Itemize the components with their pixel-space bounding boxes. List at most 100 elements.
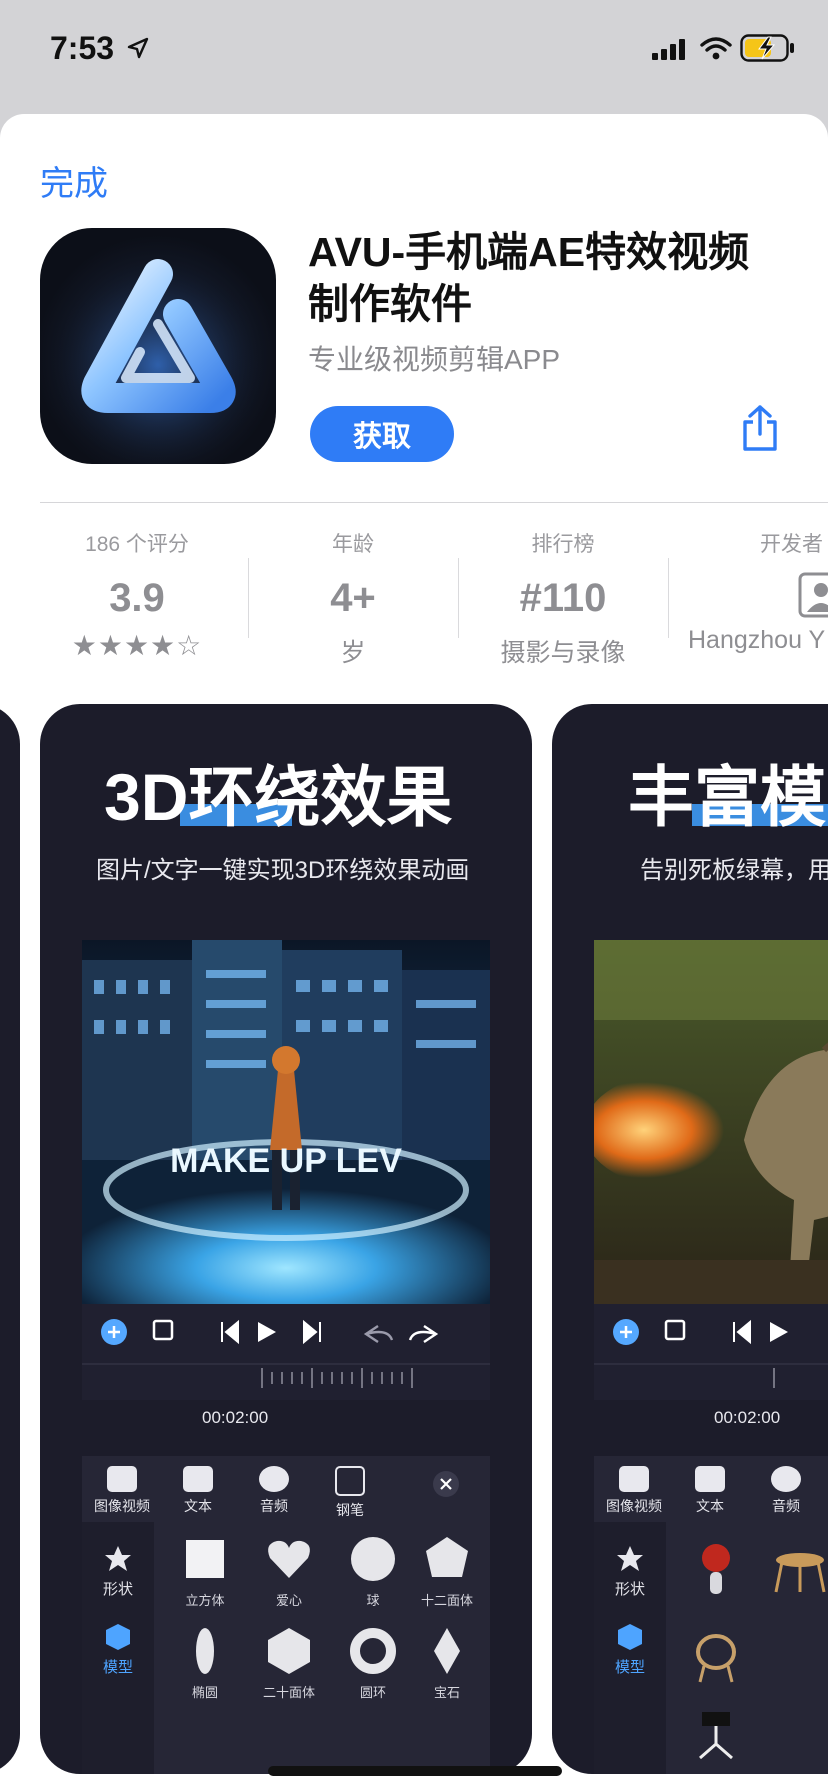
preview-overlay-text: MAKE UP LEV [170,1142,402,1180]
pen-icon [335,1466,365,1496]
tool-text[interactable]: 文本 [158,1466,238,1516]
screenshot-preview-image: MAKE UP LEV [82,940,490,1304]
skip-forward-icon[interactable] [303,1319,321,1345]
age-value: 4+ [330,576,376,620]
screenshot-2[interactable]: 丰富模 告别死板绿幕，用 00:02:00 图像视频 文本 音频 形状 模型 [552,704,828,1774]
torus-shape-icon [350,1628,396,1674]
music-icon [259,1466,289,1492]
cellular-signal-icon [652,39,685,60]
timeline-time: 00:02:00 [202,1408,269,1427]
shape-label: 十二面体 [420,1593,473,1608]
skip-back-icon[interactable] [221,1319,239,1345]
cube-icon [106,1624,130,1650]
age-label: 年龄 [332,533,374,556]
tool-label: 钢笔 [336,1502,364,1518]
ellipse-shape-icon [196,1628,214,1674]
shape-item[interactable]: 爱心 [246,1534,332,1609]
shape-item[interactable]: 宝石 [404,1626,490,1701]
side-item-model[interactable]: 模型 [594,1622,666,1677]
tool-audio[interactable]: 音频 [746,1466,826,1516]
app-title: AVU-手机端AE特效视频制作软件 [308,229,750,327]
share-icon[interactable] [740,404,780,452]
add-clip-icon[interactable] [152,1319,174,1341]
shape-label: 椭圆 [191,1685,218,1700]
shape-item[interactable]: 立方体 [162,1534,248,1609]
ratings-info[interactable]: 186 个评分 3.9 ★★★★☆ [32,528,242,662]
editor-panel: 图像视频 文本 音频 钢笔 形状 模型 立方体 爱心 球 十二面体 椭圆 二十面… [82,1456,490,1774]
redo-icon[interactable] [408,1325,439,1343]
sphere-shape-icon [351,1537,395,1581]
rank-value: #110 [519,576,607,620]
shape-item[interactable]: 十二面体 [404,1534,490,1609]
play-icon[interactable] [258,1322,276,1342]
tool-label: 音频 [260,1498,288,1514]
tool-pen[interactable]: 钢笔 [310,1466,390,1520]
tool-row: 图像视频 文本 音频 [594,1456,828,1522]
wifi-icon [700,37,732,60]
chair-model-icon[interactable] [686,1626,746,1686]
done-button[interactable]: 完成 [40,156,108,205]
tool-audio[interactable]: 音频 [234,1466,314,1516]
age-sub: 岁 [340,639,366,667]
cube-icon [618,1624,642,1650]
tool-image-video[interactable]: 图像视频 [594,1466,674,1516]
shape-label: 宝石 [433,1685,460,1700]
add-clip-icon[interactable] [664,1319,686,1341]
tool-row: 图像视频 文本 音频 钢笔 [82,1456,490,1522]
rank-info[interactable]: 排行榜 #110 摄影与录像 [458,528,668,669]
app-detail-sheet: 完成 AVU-手机端AE特效视频制作软件 专业级视频剪辑APP 获取 186 个… [0,114,828,1792]
shape-label: 立方体 [185,1593,225,1608]
screenshot-preview-image [594,940,828,1304]
star-icon [617,1546,643,1571]
rating-value: 3.9 [109,576,165,620]
side-item-shape[interactable]: 形状 [82,1544,154,1599]
home-indicator[interactable] [268,1766,562,1776]
get-button[interactable]: 获取 [310,406,454,462]
developer-name: Hangzhou Y [688,626,826,654]
heart-shape-icon [268,1540,310,1578]
gem-shape-icon [434,1628,460,1674]
star-icon [105,1546,131,1571]
app-subtitle: 专业级视频剪辑APP [308,344,561,375]
text-icon [183,1466,213,1492]
screenshot-heading: 3D环绕效果 [104,760,453,834]
editor-panel: 图像视频 文本 音频 形状 模型 [594,1456,828,1774]
developer-label: 开发者 [760,533,823,556]
side-item-label: 形状 [614,1581,645,1598]
status-bar: 7:53 [0,0,828,110]
shape-label: 球 [366,1593,380,1608]
side-item-model[interactable]: 模型 [82,1622,154,1677]
vase-flowers-model-icon[interactable] [686,1540,746,1600]
age-info[interactable]: 年龄 4+ 岁 [248,528,458,669]
side-item-label: 模型 [614,1659,645,1676]
tool-label: 文本 [696,1498,724,1514]
shape-label: 圆环 [359,1685,386,1700]
close-icon[interactable] [432,1470,460,1498]
tool-label: 图像视频 [94,1498,150,1514]
rank-label: 排行榜 [531,533,595,556]
shape-item[interactable]: 椭圆 [162,1626,248,1701]
editor-toolbar [594,1304,828,1400]
side-item-shape[interactable]: 形状 [594,1544,666,1599]
developer-person-icon [798,572,828,618]
table-model-icon[interactable] [770,1540,828,1600]
screenshot-caption: 图片/文字一键实现3D环绕效果动画 [96,857,470,884]
tool-label: 音频 [772,1498,800,1514]
tool-image-video[interactable]: 图像视频 [82,1466,162,1516]
skip-back-icon[interactable] [733,1319,751,1345]
app-icon [40,228,276,464]
shape-label: 爱心 [275,1593,302,1608]
shape-item[interactable]: 二十面体 [246,1626,332,1701]
app-logo-icon [48,244,268,464]
undo-icon[interactable] [363,1325,394,1343]
shape-label: 二十面体 [262,1685,315,1700]
image-icon [619,1466,649,1492]
stool-model-icon[interactable] [686,1704,746,1764]
tool-text[interactable]: 文本 [670,1466,750,1516]
play-icon[interactable] [770,1322,788,1342]
status-time: 7:53 [50,30,115,66]
cube-shape-icon [186,1540,224,1578]
screenshot-previous[interactable] [0,704,20,1774]
screenshot-1[interactable]: 3D环绕效果 图片/文字一键实现3D环绕效果动画 MAKE UP LEV 00:… [40,704,532,1774]
developer-info[interactable]: 开发者 Hangzhou Y [668,528,828,655]
